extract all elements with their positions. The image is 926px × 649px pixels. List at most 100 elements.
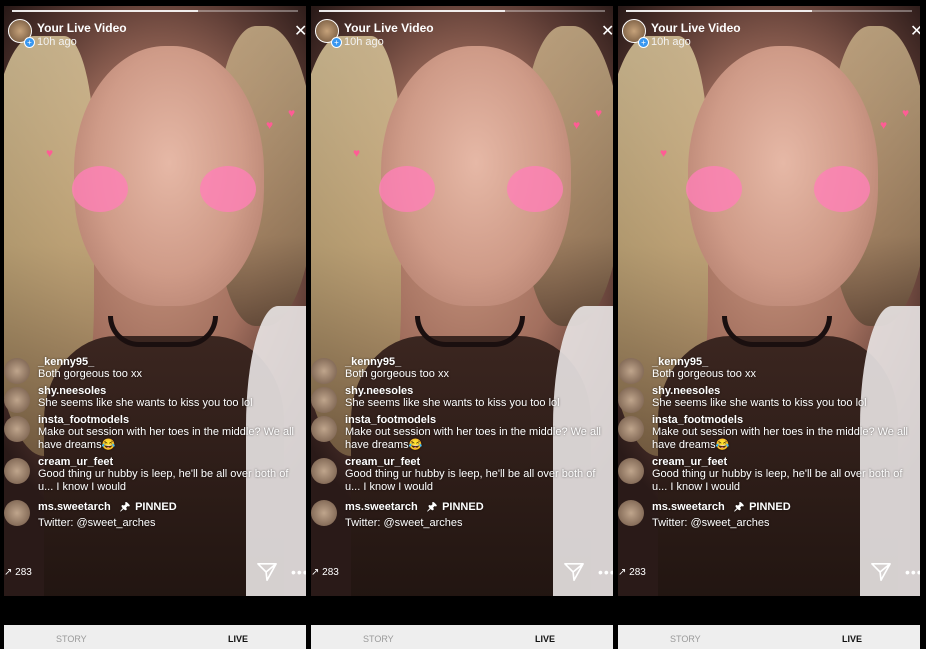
comment-username[interactable]: insta_footmodels [652, 414, 920, 426]
comment-username[interactable]: shy.neesoles [345, 385, 613, 397]
live-screen: ♥ ♥ ♥ + Your Live Video 10h ago ✕ _kenny… [618, 0, 920, 649]
avatar[interactable] [4, 358, 30, 384]
tab-story[interactable]: STORY [56, 634, 87, 644]
live-title: Your Live Video [344, 21, 434, 35]
heart-filter-right [507, 166, 563, 212]
viewer-count[interactable]: ↗ 283 [4, 567, 32, 578]
comment-username[interactable]: ms.sweetarch [345, 501, 418, 513]
avatar[interactable] [311, 387, 337, 413]
comment-username[interactable]: cream_ur_feet [345, 456, 613, 468]
heart-icon: ♥ [353, 146, 361, 160]
viewer-count[interactable]: ↗ 283 [618, 567, 646, 578]
pinned-label: PINNED [442, 501, 484, 513]
comment-username-row: ms.sweetarch 🖈 PINNED [38, 498, 306, 517]
avatar[interactable] [618, 387, 644, 413]
avatar[interactable] [311, 416, 337, 442]
tab-bar: STORY LIVE [4, 625, 306, 649]
live-screen: ♥ ♥ ♥ + Your Live Video 10h ago ✕ _kenny… [4, 0, 306, 649]
close-icon[interactable]: ✕ [601, 24, 613, 40]
tab-bar: STORY LIVE [311, 625, 613, 649]
heart-icon: ♥ [902, 106, 910, 120]
avatar[interactable] [4, 416, 30, 442]
comment-username[interactable]: insta_footmodels [38, 414, 306, 426]
tab-story[interactable]: STORY [363, 634, 394, 644]
comment-item: shy.neesoles She seems like she wants to… [618, 385, 920, 413]
comment-item: cream_ur_feet Good thing ur hubby is lee… [618, 456, 920, 494]
heart-filter-right [200, 166, 256, 212]
viewer-count[interactable]: ↗ 283 [311, 567, 339, 578]
comment-text: She seems like she wants to kiss you too… [652, 397, 867, 409]
comment-list: _kenny95_ Both gorgeous too xx shy.neeso… [4, 356, 306, 534]
comment-text: Both gorgeous too xx [38, 368, 142, 380]
comment-username[interactable]: insta_footmodels [345, 414, 613, 426]
heart-filter-right [814, 166, 870, 212]
close-icon[interactable]: ✕ [294, 24, 306, 40]
send-icon[interactable] [256, 562, 278, 582]
live-title: Your Live Video [651, 21, 741, 35]
heart-icon: ♥ [595, 106, 603, 120]
viewers-icon: ↗ [618, 567, 627, 578]
heart-icon: ♥ [46, 146, 54, 160]
comment-text: She seems like she wants to kiss you too… [38, 397, 253, 409]
avatar[interactable] [618, 500, 644, 526]
comment-text: She seems like she wants to kiss you too… [345, 397, 560, 409]
tab-live[interactable]: LIVE [535, 634, 555, 644]
close-icon[interactable]: ✕ [910, 24, 920, 40]
pinned-label: PINNED [749, 501, 791, 513]
avatar[interactable] [311, 500, 337, 526]
heart-filter-left [686, 166, 742, 212]
live-screen: ♥ ♥ ♥ + Your Live Video 10h ago ✕ _kenny… [311, 0, 613, 649]
comment-username[interactable]: cream_ur_feet [652, 456, 920, 468]
comment-username[interactable]: ms.sweetarch [652, 501, 725, 513]
more-options-icon[interactable]: ••• [291, 564, 306, 580]
comment-item: cream_ur_feet Good thing ur hubby is lee… [4, 456, 306, 494]
comment-text: Make out session with her toes in the mi… [38, 426, 294, 451]
comment-list: _kenny95_ Both gorgeous too xx shy.neeso… [618, 356, 920, 534]
viewer-count-value: 283 [322, 567, 339, 578]
heart-filter-left [72, 166, 128, 212]
send-icon[interactable] [870, 562, 892, 582]
pin-icon: 🖈 [733, 501, 745, 513]
comment-username-row: ms.sweetarch 🖈 PINNED [652, 498, 920, 517]
comment-item: insta_footmodels Make out session with h… [311, 414, 613, 452]
avatar[interactable] [311, 458, 337, 484]
heart-icon: ♥ [880, 118, 888, 132]
pinned-comment: ms.sweetarch 🖈 PINNED Twitter: @sweet_ar… [4, 498, 306, 530]
comment-username[interactable]: cream_ur_feet [38, 456, 306, 468]
tab-live[interactable]: LIVE [842, 634, 862, 644]
comment-username[interactable]: shy.neesoles [652, 385, 920, 397]
comment-username[interactable]: _kenny95_ [345, 356, 613, 368]
avatar[interactable] [4, 458, 30, 484]
comment-text: Twitter: @sweet_arches [652, 517, 770, 529]
comment-item: insta_footmodels Make out session with h… [4, 414, 306, 452]
comment-username[interactable]: shy.neesoles [38, 385, 306, 397]
avatar[interactable] [618, 358, 644, 384]
send-icon[interactable] [563, 562, 585, 582]
add-icon[interactable]: + [331, 37, 342, 48]
comment-item: cream_ur_feet Good thing ur hubby is lee… [311, 456, 613, 494]
add-icon[interactable]: + [638, 37, 649, 48]
heart-icon: ♥ [288, 106, 296, 120]
comment-text: Twitter: @sweet_arches [38, 517, 156, 529]
more-options-icon[interactable]: ••• [598, 564, 613, 580]
comment-username[interactable]: _kenny95_ [652, 356, 920, 368]
viewers-icon: ↗ [4, 567, 13, 578]
pin-icon: 🖈 [426, 501, 438, 513]
avatar[interactable] [618, 458, 644, 484]
pinned-label: PINNED [135, 501, 177, 513]
add-icon[interactable]: + [24, 37, 35, 48]
avatar[interactable] [311, 358, 337, 384]
viewers-icon: ↗ [311, 567, 320, 578]
tab-live[interactable]: LIVE [228, 634, 248, 644]
avatar[interactable] [4, 500, 30, 526]
comment-username[interactable]: _kenny95_ [38, 356, 306, 368]
comment-username[interactable]: ms.sweetarch [38, 501, 111, 513]
pinned-comment: ms.sweetarch 🖈 PINNED Twitter: @sweet_ar… [618, 498, 920, 530]
comment-text: Make out session with her toes in the mi… [652, 426, 908, 451]
comment-list: _kenny95_ Both gorgeous too xx shy.neeso… [311, 356, 613, 534]
avatar[interactable] [618, 416, 644, 442]
tab-story[interactable]: STORY [670, 634, 701, 644]
more-options-icon[interactable]: ••• [905, 564, 920, 580]
avatar[interactable] [4, 387, 30, 413]
comment-item: shy.neesoles She seems like she wants to… [4, 385, 306, 413]
